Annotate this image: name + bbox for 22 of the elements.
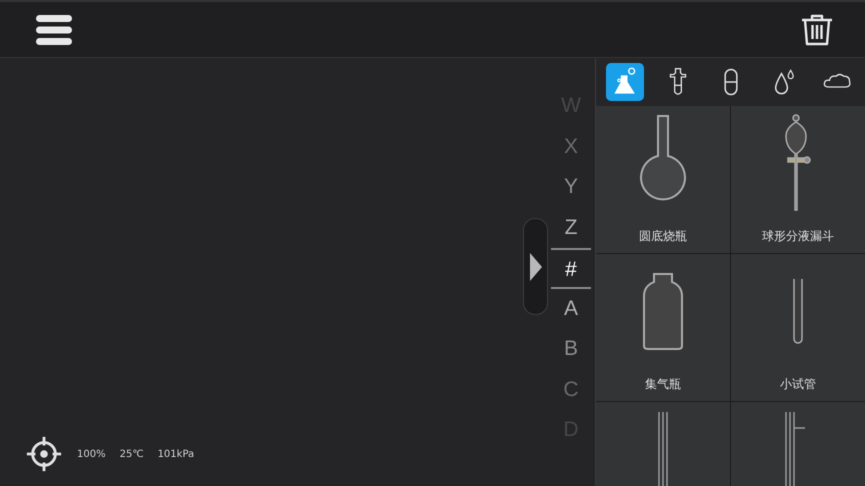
apparatus-label: 圆底烧瓶 (639, 228, 687, 245)
index-letter[interactable]: B (551, 329, 591, 370)
apparatus-label: 球形分液漏斗 (762, 228, 834, 245)
panel-toggle-handle[interactable] (523, 218, 548, 315)
pressure-readout: 101kPa (158, 448, 194, 460)
menu-icon[interactable] (36, 14, 72, 46)
apparatus-tile[interactable]: 集气瓶 (596, 254, 730, 401)
index-letter[interactable]: Y (551, 167, 591, 208)
triangle-right-icon (530, 252, 542, 280)
apparatus-label: 集气瓶 (645, 376, 681, 393)
index-letter[interactable]: Z (551, 208, 591, 248)
temperature-readout: 25℃ (120, 448, 144, 460)
index-letter[interactable]: A (551, 288, 591, 329)
index-letter[interactable]: # (551, 248, 591, 288)
trash-icon[interactable] (800, 14, 834, 46)
apparatus-tile[interactable]: 小试管 (731, 254, 865, 401)
apparatus-label: 小试管 (780, 376, 816, 393)
category-tab[interactable] (606, 63, 644, 101)
crosshair-icon[interactable] (25, 435, 63, 473)
zoom-readout: 100% (77, 448, 106, 460)
apparatus-tile[interactable]: 圆底烧瓶 (596, 106, 730, 253)
apparatus-tile[interactable]: 球形分液漏斗 (731, 106, 865, 253)
